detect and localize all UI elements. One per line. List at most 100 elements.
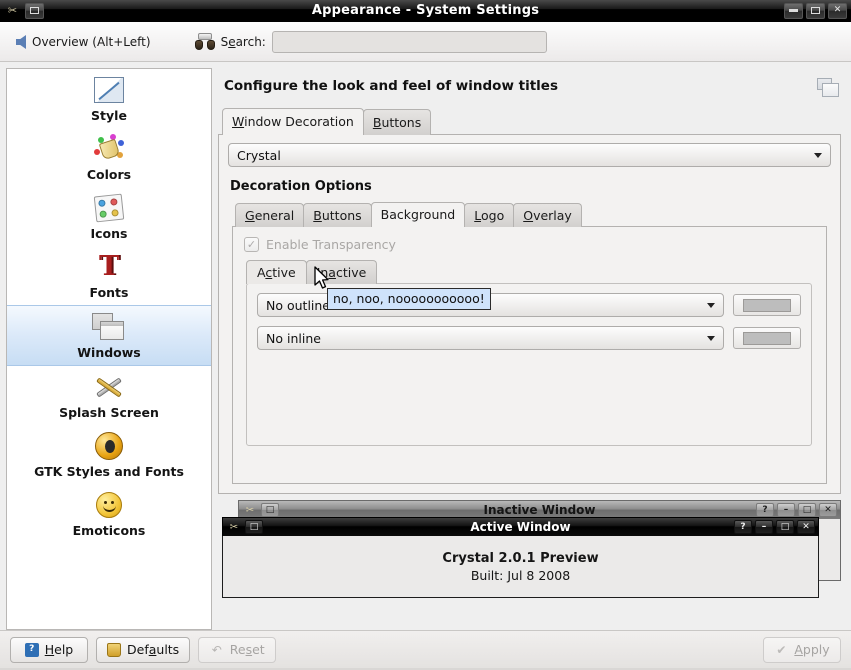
outline-color-button[interactable] (733, 294, 801, 316)
shade-icon[interactable]: □ (245, 520, 263, 534)
sidebar-item-label: Colors (86, 167, 132, 182)
sidebar-item-label: Fonts (89, 285, 129, 300)
enable-transparency-row[interactable]: ✓ Enable Transparency (244, 237, 816, 252)
minimize-button[interactable]: – (777, 503, 795, 517)
sidebar-item-label: Windows (77, 345, 141, 360)
close-button[interactable]: ✕ (819, 503, 837, 517)
preview-active-title: Active Window (470, 520, 571, 534)
minimize-button[interactable] (784, 2, 803, 19)
chevron-down-icon (707, 335, 715, 341)
maximize-icon (811, 7, 820, 14)
inline-combo[interactable]: No inline (257, 326, 724, 350)
preview-active-buttons: ? – □ ✕ (734, 520, 815, 534)
sidebar-item-style[interactable]: Style (7, 69, 211, 128)
fonts-icon: T (98, 251, 120, 282)
content-area: Style Colors Icons T Fonts Windows Splas… (0, 62, 851, 630)
preview-active-window: ✂ □ Active Window ? – □ ✕ Crystal 2.0.1 … (222, 517, 819, 598)
back-arrow-icon (16, 34, 26, 49)
window-menu-icon[interactable]: ✂ (3, 3, 22, 19)
close-icon: ✕ (833, 5, 842, 15)
reset-button[interactable]: ↶ Reset (198, 636, 277, 663)
titlebar-right-buttons: ✕ (784, 2, 851, 19)
state-tabbar[interactable]: Active Inactive (246, 260, 816, 284)
defaults-label: Defaults (127, 642, 180, 657)
preview-version-label: Crystal 2.0.1 Preview (442, 550, 599, 566)
tab-general[interactable]: General (235, 203, 305, 227)
outline-combo-value: No outline (266, 297, 331, 313)
maximize-button[interactable]: □ (798, 503, 816, 517)
splash-screen-icon (92, 370, 126, 404)
background-tab-panel: ✓ Enable Transparency Active Inactive No… (232, 226, 827, 484)
gtk-styles-icon (92, 429, 126, 463)
check-glyph: ✓ (246, 238, 257, 251)
window-title: Appearance - System Settings (311, 3, 540, 18)
apply-icon: ✔ (776, 642, 787, 657)
tab-buttons[interactable]: Buttons (362, 109, 432, 135)
close-button[interactable]: ✕ (828, 2, 847, 19)
page-header: Configure the look and feel of window ti… (218, 68, 843, 108)
sidebar-item-splash-screen[interactable]: Splash Screen (7, 366, 211, 425)
maximize-button[interactable] (806, 2, 825, 19)
help-button[interactable]: ? Help (10, 636, 88, 663)
apply-button[interactable]: ✔ Apply (763, 636, 841, 663)
help-button[interactable]: ? (756, 503, 774, 517)
titlebar-left-buttons: ✂ (0, 2, 44, 19)
sidebar-item-colors[interactable]: Colors (7, 128, 211, 187)
color-swatch (743, 331, 791, 345)
window-titlebar: ✂ Appearance - System Settings ✕ (0, 0, 851, 22)
sidebar-item-label: Icons (90, 226, 128, 241)
appearance-system-settings-window: ✂ Appearance - System Settings ✕ Overvie… (0, 0, 851, 670)
close-button[interactable]: ✕ (797, 520, 815, 534)
main-panel: Configure the look and feel of window ti… (218, 68, 843, 630)
main-tabbar[interactable]: Window Decoration Buttons (218, 108, 843, 135)
sidebar-item-label: GTK Styles and Fonts (34, 464, 184, 479)
color-swatch (743, 298, 791, 312)
decoration-theme-combo[interactable]: Crystal (228, 143, 831, 167)
transparency-tooltip: no, noo, nooooooooooo! (327, 288, 491, 310)
decoration-options-tabbar[interactable]: General Buttons Background Logo Overlay (228, 202, 831, 227)
windows-icon (92, 310, 126, 344)
chevron-down-icon (814, 152, 822, 158)
sidebar-item-label: Style (91, 108, 127, 123)
inline-option-row: No inline (257, 326, 801, 350)
sidebar-item-label: Splash Screen (59, 405, 159, 420)
dialog-button-bar: ? Help Defaults ↶ Reset ✔ Apply (0, 630, 851, 668)
enable-transparency-label: Enable Transparency (266, 237, 396, 252)
sidebar-item-icons[interactable]: Icons (7, 187, 211, 246)
inline-combo-value: No inline (266, 330, 321, 346)
tab-active-state[interactable]: Active (246, 260, 307, 284)
icons-icon (92, 191, 126, 225)
sidebar-item-fonts[interactable]: T Fonts (7, 246, 211, 305)
category-sidebar[interactable]: Style Colors Icons T Fonts Windows Splas… (6, 68, 212, 630)
style-icon (92, 73, 126, 107)
sidebar-item-windows[interactable]: Windows (7, 305, 211, 366)
tab-inactive-state[interactable]: Inactive (305, 260, 378, 284)
app-icon: ✂ (245, 504, 255, 516)
help-icon: ? (24, 642, 39, 657)
search-label: Search: (220, 34, 266, 49)
defaults-icon (107, 642, 121, 657)
tab-overlay[interactable]: Overlay (513, 203, 582, 227)
preview-inactive-buttons: ? – □ ✕ (756, 503, 837, 517)
overview-button[interactable]: Overview (Alt+Left) (10, 32, 157, 52)
tab-background[interactable]: Background (370, 202, 466, 227)
maximize-button[interactable]: □ (776, 520, 794, 534)
enable-transparency-checkbox[interactable]: ✓ (244, 237, 259, 252)
inline-color-button[interactable] (733, 327, 801, 349)
window-decoration-panel: Crystal Decoration Options General Butto… (218, 134, 841, 494)
tab-logo[interactable]: Logo (464, 203, 515, 227)
window-decoration-icon (817, 78, 839, 98)
minimize-button[interactable]: – (755, 520, 773, 534)
apply-label: Apply (794, 642, 830, 657)
sidebar-item-gtk-styles-and-fonts[interactable]: GTK Styles and Fonts (7, 425, 211, 484)
tab-buttons-inner[interactable]: Buttons (303, 203, 372, 227)
sidebar-item-emoticons[interactable]: Emoticons (7, 484, 211, 543)
preview-active-titlebar: ✂ □ Active Window ? – □ ✕ (222, 517, 819, 536)
overview-label: Overview (Alt+Left) (32, 34, 151, 49)
defaults-button[interactable]: Defaults (96, 636, 191, 663)
shade-icon[interactable] (25, 2, 44, 19)
tab-window-decoration[interactable]: Window Decoration (222, 108, 364, 135)
shade-icon[interactable]: □ (261, 503, 279, 517)
help-button[interactable]: ? (734, 520, 752, 534)
search-input[interactable] (271, 30, 547, 53)
